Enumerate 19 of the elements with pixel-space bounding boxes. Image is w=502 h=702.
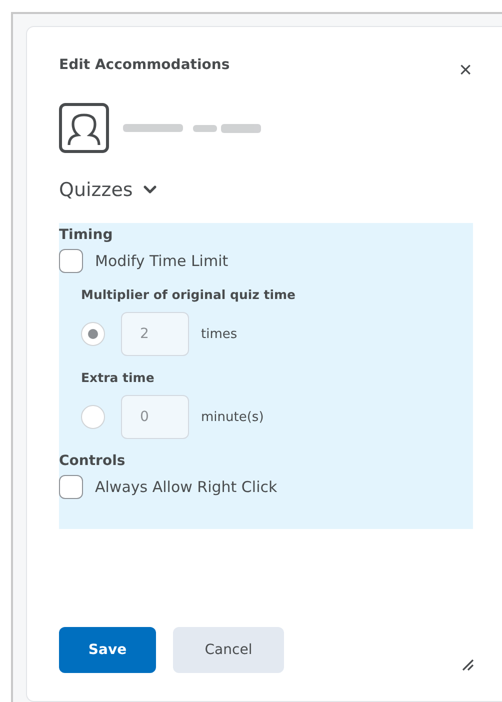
dialog-title: Edit Accommodations: [59, 57, 230, 73]
user-avatar-icon: [59, 103, 109, 153]
quizzes-section-toggle[interactable]: Quizzes: [59, 179, 472, 201]
option-label: Extra time: [81, 370, 156, 385]
checkbox-label: Always Allow Right Click: [95, 478, 278, 496]
checkbox[interactable]: [59, 475, 83, 499]
close-button[interactable]: ×: [459, 59, 472, 81]
checkbox-label: Modify Time Limit: [95, 252, 228, 270]
unit-label: minute(s): [201, 410, 264, 424]
radio-button[interactable]: [81, 322, 105, 346]
group-heading: Controls: [59, 453, 126, 469]
group-heading: Timing: [59, 227, 114, 243]
radio-button[interactable]: [81, 405, 105, 429]
resize-handle-icon[interactable]: [462, 659, 474, 671]
save-button[interactable]: Save: [59, 627, 156, 673]
unit-label: times: [201, 326, 238, 342]
option-label: Multiplier of original quiz time: [81, 287, 297, 302]
checkbox[interactable]: [59, 249, 83, 273]
cancel-button[interactable]: Cancel: [173, 627, 284, 673]
